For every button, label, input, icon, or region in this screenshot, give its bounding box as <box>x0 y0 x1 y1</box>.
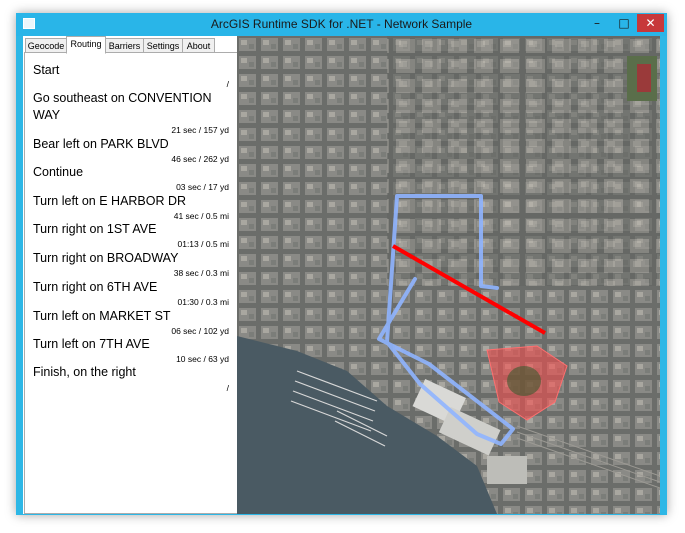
direction-step-meta: / <box>226 383 229 393</box>
direction-step-meta: 10 sec / 63 yd <box>176 354 229 364</box>
direction-step-text: Start <box>33 63 60 77</box>
close-button[interactable]: ✕ <box>637 14 664 32</box>
direction-step-text: Continue <box>33 165 84 179</box>
direction-step-meta: 01:30 / 0.3 mi <box>177 297 229 307</box>
direction-step-text: Bear left on PARK BLVD <box>33 137 169 151</box>
direction-step-meta: 03 sec / 17 yd <box>176 182 229 192</box>
direction-step-text: Turn left on E HARBOR DR <box>33 194 187 208</box>
minimize-button[interactable]: – <box>584 14 610 32</box>
map-view[interactable] <box>237 36 660 514</box>
direction-step-meta: 01:13 / 0.5 mi <box>177 239 229 249</box>
direction-step-meta: 06 sec / 102 yd <box>171 326 229 336</box>
direction-step-meta: 38 sec / 0.3 mi <box>173 268 229 278</box>
direction-step-text: Turn left on MARKET ST <box>33 309 171 323</box>
client-area: Geocode Routing Barriers Settings About … <box>23 36 660 514</box>
app-window: ArcGIS Runtime SDK for .NET - Network Sa… <box>16 13 667 515</box>
title-bar[interactable]: ArcGIS Runtime SDK for .NET - Network Sa… <box>16 13 667 36</box>
direction-step-meta: / <box>226 79 229 89</box>
direction-step-text: Finish, on the right <box>33 365 136 379</box>
direction-step-text: Turn right on 6TH AVE <box>33 280 158 294</box>
direction-step-text: Turn left on 7TH AVE <box>33 337 150 351</box>
direction-step-meta: 41 sec / 0.5 mi <box>173 211 229 221</box>
directions-panel: Start / Go southeast on CONVENTION WAY 2… <box>24 52 238 514</box>
direction-step-text: Turn right on 1ST AVE <box>33 222 157 236</box>
building-block <box>487 456 527 484</box>
window-title: ArcGIS Runtime SDK for .NET - Network Sa… <box>210 17 473 31</box>
direction-step-meta: 21 sec / 157 yd <box>171 125 229 135</box>
direction-step-text: Turn right on BROADWAY <box>33 251 179 265</box>
downtown-blocks <box>387 36 660 286</box>
stadium-field <box>507 366 541 396</box>
direction-step-text: Go southeast on CONVENTION WAY <box>33 91 212 122</box>
maximize-button[interactable]: □ <box>611 14 637 32</box>
side-panel: Geocode Routing Barriers Settings About … <box>23 36 238 514</box>
direction-step-meta: 46 sec / 262 yd <box>171 154 229 164</box>
stadium-track <box>637 64 651 92</box>
satellite-map[interactable] <box>237 36 660 514</box>
tab-routing[interactable]: Routing <box>66 36 106 54</box>
